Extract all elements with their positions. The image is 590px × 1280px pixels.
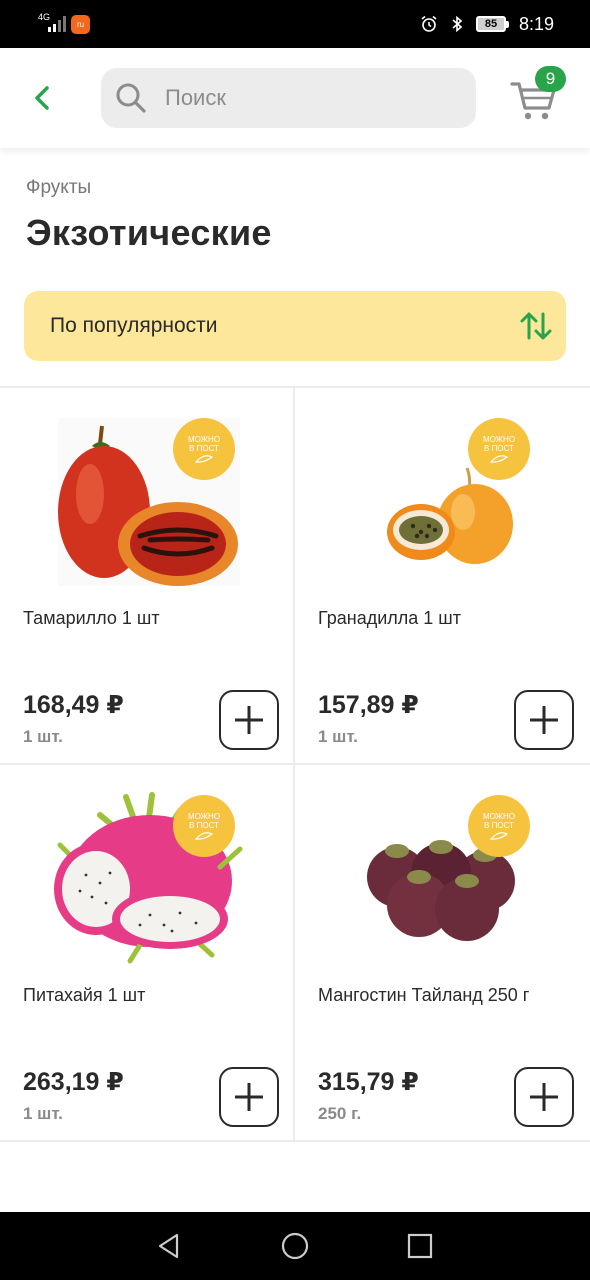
lent-friendly-badge: МОЖНО В ПОСТ [173,418,235,480]
product-name: Мангостин Тайланд 250 г [318,985,530,1005]
product-unit: 1 шт. [23,727,63,746]
system-nav-bar [0,1212,590,1280]
add-to-cart-button[interactable] [514,1067,574,1127]
battery-icon: 85 [475,16,509,32]
product-unit: 1 шт. [23,1104,63,1123]
battery-level: 85 [475,16,506,32]
plus-icon [530,706,558,734]
badge-line2: В ПОСТ [484,821,514,830]
product-price: 157,89 ₽ [318,691,419,719]
notification-app-icon: ru [71,15,90,34]
product-unit: 1 шт. [318,727,358,746]
product-unit: 250 г. [318,1104,362,1123]
plus-icon [530,1083,558,1111]
product-name: Тамарилло 1 шт [23,608,160,628]
badge-line1: МОЖНО [187,435,221,444]
plus-icon [235,706,263,734]
add-to-cart-button[interactable] [219,690,279,750]
lent-friendly-badge: МОЖНО В ПОСТ [468,418,530,480]
clock: 8:19 [518,13,554,34]
search-placeholder: Поиск [165,85,226,110]
sort-arrows-icon [520,312,552,340]
top-app-bar: Поиск 9 [0,48,590,148]
sort-button[interactable]: По популярности [24,291,566,361]
leaf-icon [489,455,509,463]
product-card[interactable]: МОЖНО В ПОСТ Тамарилло 1 шт 168,49 ₽ 1 ш… [0,388,295,765]
lent-friendly-badge: МОЖНО В ПОСТ [468,795,530,857]
product-card[interactable]: МОЖНО В ПОСТ Гранадилла 1 шт 157,89 ₽ 1 … [295,388,590,765]
status-bar: 4G ru 85 8:19 [0,0,590,48]
badge-line2: В ПОСТ [484,444,514,453]
search-icon [116,83,146,113]
back-button[interactable] [22,78,62,118]
leaf-icon [194,455,214,463]
signal-icon [48,16,66,32]
badge-line2: В ПОСТ [189,444,219,453]
add-to-cart-button[interactable] [514,690,574,750]
breadcrumb[interactable]: Фрукты [26,177,91,199]
product-price: 168,49 ₽ [23,691,124,719]
leaf-icon [489,832,509,840]
product-price: 263,19 ₽ [23,1068,124,1096]
nav-recents-icon[interactable] [407,1233,433,1259]
cart-count-badge: 9 [535,66,566,92]
badge-line1: МОЖНО [482,812,516,821]
bluetooth-icon [452,15,463,33]
chevron-left-icon [35,86,49,110]
plus-icon [235,1083,263,1111]
nav-home-icon[interactable] [281,1232,309,1260]
product-name: Питахайя 1 шт [23,985,146,1005]
product-card[interactable]: МОЖНО В ПОСТ Мангостин Тайланд 250 г 315… [295,765,590,1142]
add-to-cart-button[interactable] [219,1067,279,1127]
badge-line2: В ПОСТ [189,821,219,830]
product-name: Гранадилла 1 шт [318,608,461,628]
lent-friendly-badge: МОЖНО В ПОСТ [173,795,235,857]
leaf-icon [194,832,214,840]
nav-back-icon[interactable] [155,1232,183,1260]
page-title: Экзотические [26,212,272,253]
product-card[interactable]: МОЖНО В ПОСТ Питахайя 1 шт 263,19 ₽ 1 шт… [0,765,295,1142]
alarm-icon [421,15,437,32]
sort-label: По популярности [50,314,218,337]
product-grid: МОЖНО В ПОСТ Тамарилло 1 шт 168,49 ₽ 1 ш… [0,386,590,1142]
product-price: 315,79 ₽ [318,1068,419,1096]
badge-line1: МОЖНО [187,812,221,821]
search-input[interactable]: Поиск [101,68,476,128]
badge-line1: МОЖНО [482,435,516,444]
